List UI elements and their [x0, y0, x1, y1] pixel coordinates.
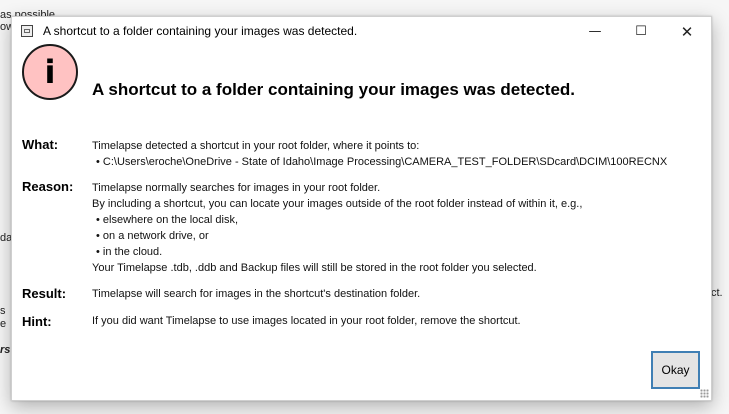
- result-text: Timelapse will search for images in the …: [92, 288, 421, 300]
- background-text-fragment: ct.: [711, 287, 723, 299]
- close-button[interactable]: ✕: [664, 17, 710, 46]
- shortcut-detected-dialog: A shortcut to a folder containing your i…: [11, 16, 712, 401]
- shortcut-path: • C:\Users\eroche\OneDrive - State of Id…: [96, 156, 668, 168]
- app-window-icon: [21, 25, 33, 37]
- reason-bullet: • on a network drive, or: [96, 230, 209, 242]
- minimize-button[interactable]: —: [572, 17, 618, 46]
- result-label: Result:: [22, 286, 67, 301]
- window-title: A shortcut to a folder containing your i…: [43, 24, 358, 38]
- dialog-headline: A shortcut to a folder containing your i…: [92, 80, 576, 99]
- background-text-fragment: s: [0, 305, 6, 317]
- hint-label: Hint:: [22, 314, 52, 329]
- what-text: Timelapse detected a shortcut in your ro…: [92, 140, 420, 152]
- reason-footer: Your Timelapse .tdb, .ddb and Backup fil…: [92, 262, 537, 274]
- background-text-fragment: rs: [0, 344, 11, 356]
- resize-grip[interactable]: [700, 389, 709, 398]
- info-icon: i: [22, 44, 78, 100]
- reason-bullet: • elsewhere on the local disk,: [96, 214, 239, 226]
- maximize-button[interactable]: ☐: [618, 17, 664, 46]
- reason-line: Timelapse normally searches for images i…: [92, 182, 381, 194]
- reason-line: By including a shortcut, you can locate …: [92, 198, 583, 210]
- title-bar[interactable]: A shortcut to a folder containing your i…: [12, 17, 711, 46]
- what-label: What:: [22, 137, 59, 152]
- background-text-fragment: e: [0, 318, 7, 330]
- reason-label: Reason:: [22, 179, 74, 194]
- okay-button[interactable]: Okay: [651, 351, 700, 389]
- hint-text: If you did want Timelapse to use images …: [92, 315, 521, 327]
- reason-bullet: • in the cloud.: [96, 246, 163, 258]
